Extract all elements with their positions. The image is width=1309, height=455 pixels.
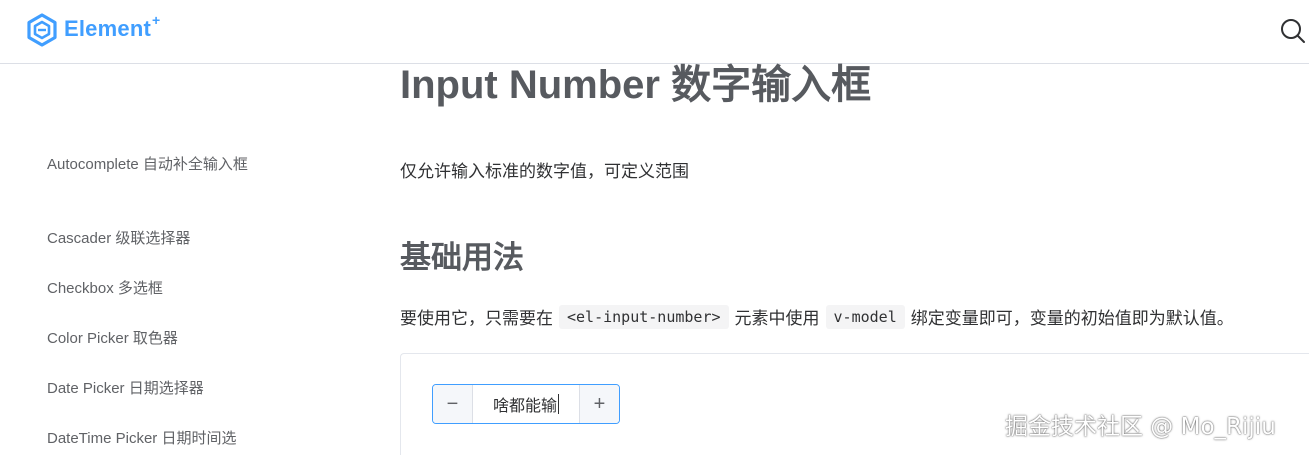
usage-text-1: 要使用它，只需要在 (400, 309, 553, 328)
usage-text-3: 绑定变量即可，变量的初始值即为默认值。 (910, 309, 1234, 328)
sidebar-item-datetime-picker[interactable]: DateTime Picker 日期时间选 (47, 426, 287, 451)
logo-text: Element (64, 16, 151, 41)
page: Element + Autocomplete 自动补全输入框 Cascader … (0, 0, 1309, 455)
decrease-button[interactable]: − (433, 385, 473, 423)
sidebar: Autocomplete 自动补全输入框 Cascader 级联选择器 Chec… (0, 65, 300, 455)
sidebar-item-checkbox[interactable]: Checkbox 多选框 (47, 276, 267, 301)
text-caret (558, 394, 559, 414)
watermark: 掘金技术社区 @ Mo_Rijiu (1005, 414, 1276, 440)
search-icon (1281, 19, 1305, 43)
usage-paragraph: 要使用它，只需要在 <el-input-number> 元素中使用 v-mode… (400, 304, 1234, 329)
inline-code-v-model: v-model (825, 304, 905, 329)
input-number-value: 啥都能输 (492, 398, 557, 415)
input-number: − 啥都能输 + (432, 384, 620, 424)
sidebar-item-autocomplete[interactable]: Autocomplete 自动补全输入框 (47, 152, 267, 177)
minus-icon: − (446, 392, 459, 415)
top-header: Element + (0, 0, 1309, 64)
search-button[interactable] (1280, 18, 1306, 44)
increase-button[interactable]: + (579, 385, 619, 423)
input-number-field[interactable]: 啥都能输 (473, 385, 579, 423)
logo-plus: + (151, 12, 161, 28)
page-description: 仅允许输入标准的数字值，可定义范围 (400, 162, 689, 181)
inline-code-el-input-number: <el-input-number> (559, 304, 729, 329)
sidebar-item-color-picker[interactable]: Color Picker 取色器 (47, 326, 267, 351)
element-logo-icon (27, 13, 57, 47)
logo[interactable]: Element + (26, 12, 160, 48)
main-content: Input Number 数字输入框 仅允许输入标准的数字值，可定义范围 基础用… (400, 63, 1309, 455)
sidebar-item-cascader[interactable]: Cascader 级联选择器 (47, 226, 267, 251)
usage-text-2: 元素中使用 (734, 309, 820, 328)
section-title: 基础用法 (400, 240, 524, 275)
plus-icon: + (593, 392, 606, 415)
page-title: Input Number 数字输入框 (400, 63, 872, 107)
sidebar-item-date-picker[interactable]: Date Picker 日期选择器 (47, 376, 267, 401)
